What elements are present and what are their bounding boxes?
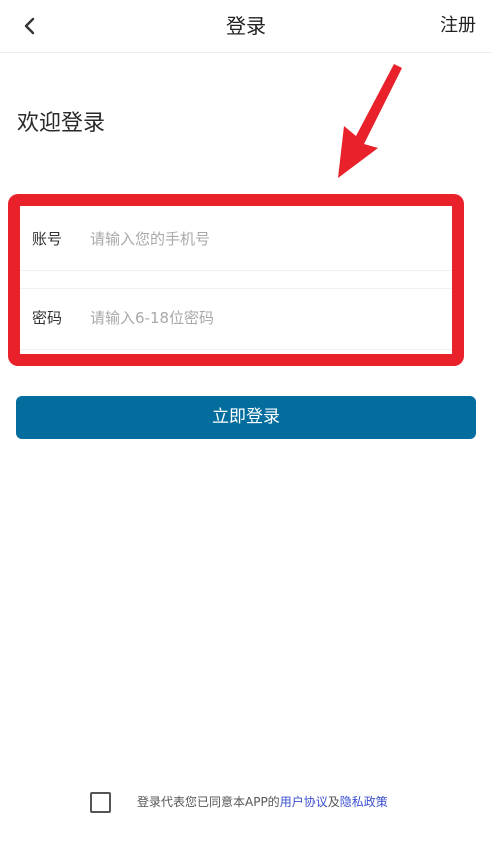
- annotation-arrow-icon: [338, 64, 402, 178]
- password-row: 密码: [20, 288, 452, 350]
- agreement-conjunction: 及: [327, 795, 340, 809]
- top-bar: 登录 注册: [0, 0, 492, 53]
- user-agreement-link[interactable]: 用户协议: [280, 792, 328, 812]
- account-label: 账号: [32, 230, 63, 248]
- account-input[interactable]: [90, 225, 430, 253]
- agreement-prefix-text: 登录代表您已同意本APP的: [137, 795, 280, 809]
- password-input[interactable]: [90, 304, 430, 332]
- password-label: 密码: [32, 309, 63, 327]
- login-button[interactable]: 立即登录: [16, 396, 476, 439]
- welcome-heading: 欢迎登录: [17, 111, 106, 136]
- privacy-policy-link[interactable]: 隐私政策: [340, 792, 388, 812]
- agreement-checkbox[interactable]: [90, 791, 111, 813]
- login-form: 账号 密码: [20, 206, 452, 354]
- back-button[interactable]: [14, 10, 46, 42]
- agreement-row: 登录代表您已同意本APP的 用户协议 及 隐私政策: [90, 790, 388, 814]
- account-row: 账号: [20, 210, 452, 271]
- page-title: 登录: [226, 14, 266, 38]
- register-button[interactable]: 注册: [440, 14, 476, 38]
- chevron-left-icon: [24, 17, 35, 35]
